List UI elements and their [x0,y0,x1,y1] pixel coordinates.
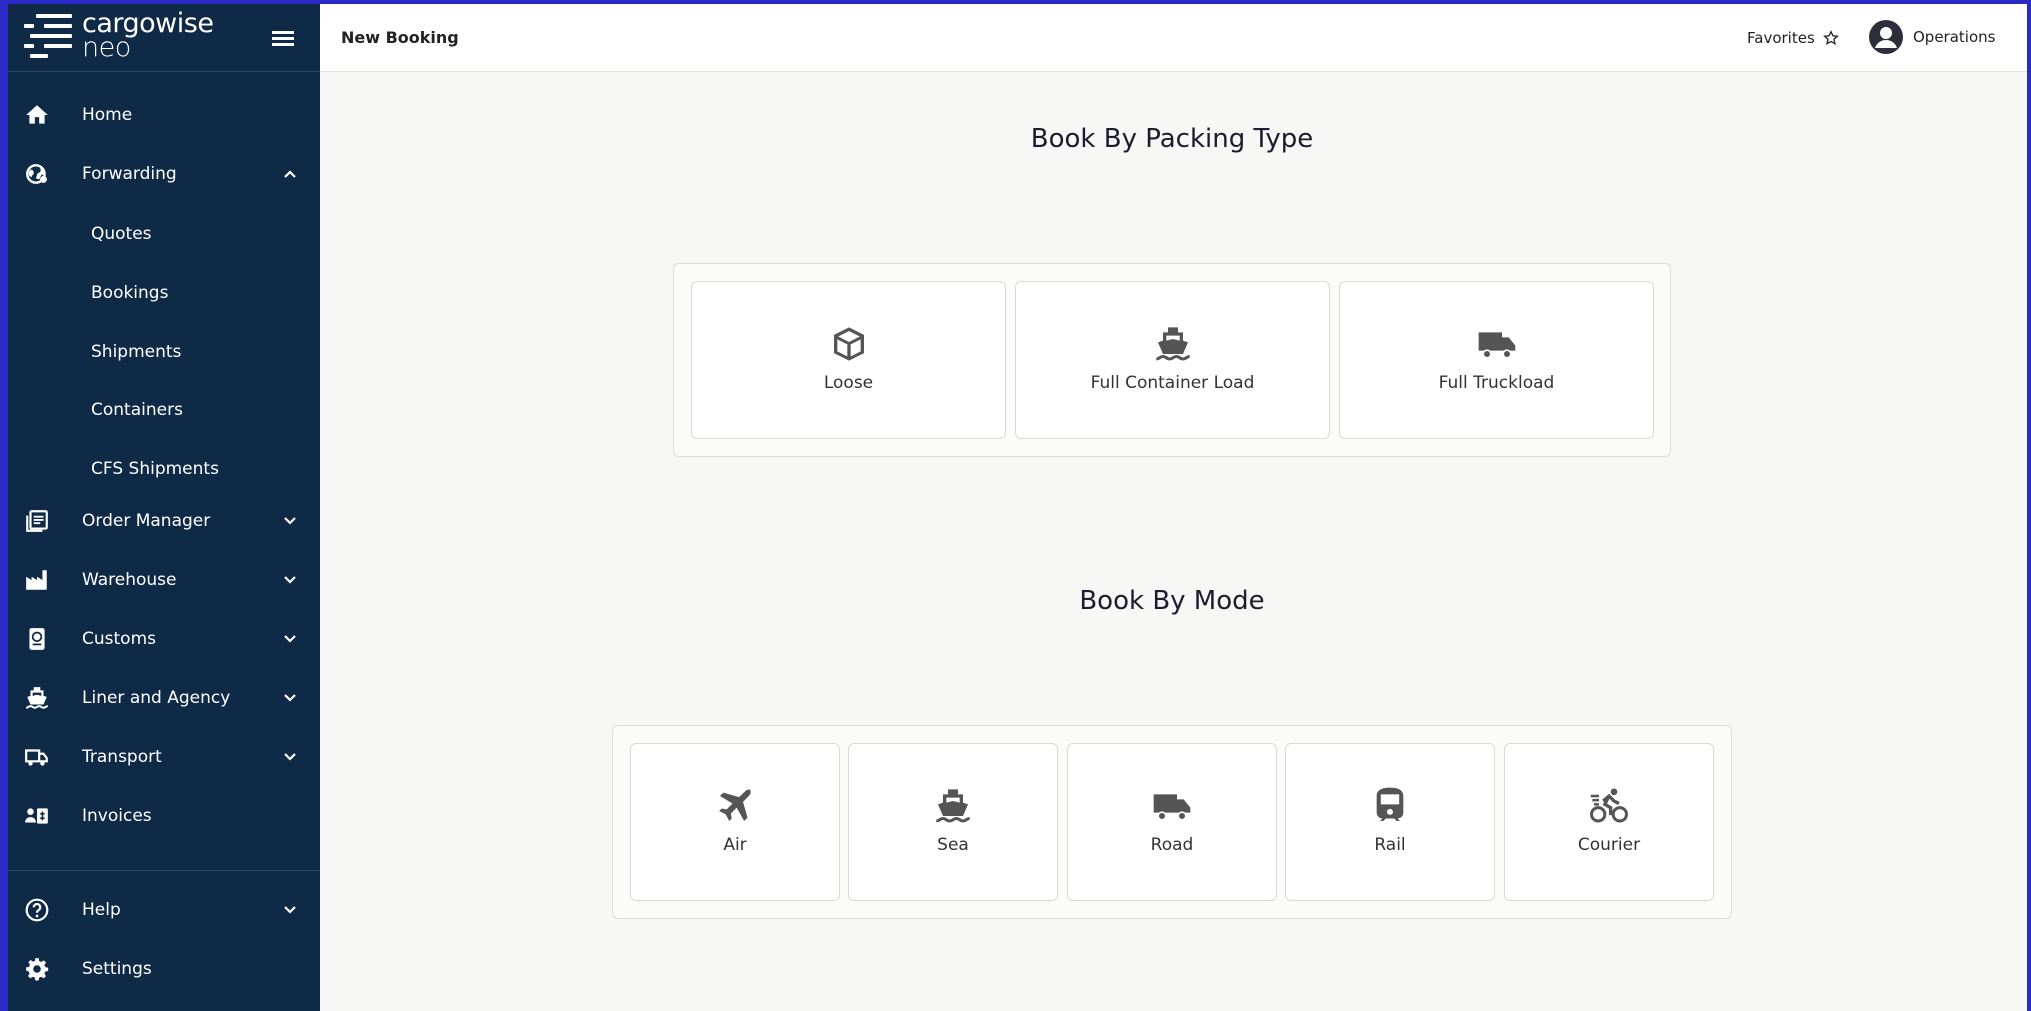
sidebar-subitem-label: Containers [91,400,183,420]
sidebar-subitem-label: Shipments [91,342,182,362]
sidebar-item-invoices[interactable]: Invoices [8,791,320,841]
sidebar-item-warehouse[interactable]: Warehouse [8,555,320,605]
sidebar-subitem-shipments[interactable]: Shipments [8,329,320,375]
truck-icon [1478,332,1515,359]
globe-icon [26,164,47,184]
sidebar-item-forwarding[interactable]: Forwarding [8,149,320,199]
chevron-down-icon[interactable] [282,513,298,529]
sidebar-item-label: Liner and Agency [82,688,231,708]
packing-card-label: Full Container Load [1090,373,1255,393]
sidebar-divider [8,870,320,871]
mode-card-sea[interactable]: Sea [848,743,1058,901]
sidebar-item-label: Warehouse [82,570,177,590]
packing-card-label: Full Truckload [1438,373,1555,393]
truck-icon [25,749,48,766]
sidebar-item-home[interactable]: Home [8,90,320,140]
sidebar-item-label: Customs [82,629,156,649]
star-icon [1822,30,1839,45]
packing-section-title: Book By Packing Type [1030,124,1314,154]
sidebar-item-label: Order Manager [82,511,211,531]
packing-card-label: Loose [823,373,874,393]
mode-card-label: Air [723,835,747,855]
invoice-icon [25,808,48,824]
packing-card-loose[interactable]: Loose [691,281,1006,439]
sidebar-header: cargowise neo [8,4,320,72]
sidebar-item-settings[interactable]: Settings [8,944,320,994]
mode-section-title: Book By Mode [1079,586,1265,616]
app-window: cargowise neo Home Forwarding Quotes Boo… [8,4,2027,1011]
sidebar-item-transport[interactable]: Transport [8,732,320,782]
mode-card-label: Rail [1374,835,1406,855]
truck-icon [1153,794,1191,821]
sidebar-item-help[interactable]: Help [8,885,320,935]
ship-icon [1155,327,1190,361]
favorites-label: Favorites [1747,29,1815,47]
packing-card-full-truckload[interactable]: Full Truckload [1339,281,1654,439]
chevron-down-icon[interactable] [282,631,298,647]
plane-icon [719,789,751,821]
sidebar-item-label: Invoices [82,806,152,826]
chevron-down-icon[interactable] [282,572,298,588]
avatar-icon [1869,20,1903,54]
sidebar-item-label: Settings [82,959,152,979]
brand-line-2: neo [82,32,131,63]
sidebar-item-label: Home [82,105,133,125]
mode-card-courier[interactable]: Courier [1504,743,1714,901]
sidebar-subitem-label: CFS Shipments [91,459,219,479]
sidebar-item-label: Help [82,900,121,920]
mode-card-label: Road [1150,835,1194,855]
chevron-down-icon[interactable] [282,902,298,918]
mode-card-rail[interactable]: Rail [1285,743,1495,901]
favorites-button[interactable]: Favorites [1747,29,1839,47]
topbar: New Booking Favorites Operations [320,4,2027,72]
sidebar-subitem-quotes[interactable]: Quotes [8,211,320,257]
mode-card-label: Courier [1577,835,1641,855]
page-title: New Booking [341,28,459,47]
chevron-down-icon[interactable] [282,690,298,706]
mode-card-group: Air Sea Road Rail Courier [612,725,1732,919]
gear-icon [26,958,49,981]
sidebar-item-label: Transport [82,747,162,767]
sidebar-subitem-label: Quotes [91,224,152,244]
mode-card-air[interactable]: Air [630,743,840,901]
user-name: Operations [1913,28,1996,46]
orders-icon [26,510,48,532]
chevron-down-icon[interactable] [282,749,298,765]
user-menu[interactable]: Operations [1869,20,1995,54]
menu-toggle-icon[interactable] [272,31,294,47]
sidebar-item-order-manager[interactable]: Order Manager [8,496,320,546]
passport-icon [29,628,45,650]
mode-card-label: Sea [937,835,969,855]
sidebar-item-liner-and-agency[interactable]: Liner and Agency [8,673,320,723]
train-icon [1376,787,1404,821]
warehouse-icon [26,570,47,590]
chevron-up-icon[interactable] [282,166,298,182]
sidebar-item-label: Forwarding [82,164,177,184]
box-icon [833,327,864,361]
sidebar-subitem-cfs-shipments[interactable]: CFS Shipments [8,446,320,492]
sidebar-item-customs[interactable]: Customs [8,614,320,664]
brand-name: cargowise neo [82,10,214,63]
sidebar: cargowise neo Home Forwarding Quotes Boo… [8,4,320,1011]
packing-card-group: Loose Full Container Load Full Truckload [673,263,1671,457]
packing-card-full-container-load[interactable]: Full Container Load [1015,281,1330,439]
home-icon [26,105,48,124]
bicycle-icon [1590,788,1628,823]
ship-icon [26,687,48,709]
sidebar-subitem-containers[interactable]: Containers [8,387,320,433]
mode-card-road[interactable]: Road [1067,743,1277,901]
help-icon [25,898,49,922]
cargowise-logo-icon[interactable] [24,14,74,62]
sidebar-subitem-bookings[interactable]: Bookings [8,270,320,316]
ship-icon [936,789,970,823]
sidebar-subitem-label: Bookings [91,283,169,303]
